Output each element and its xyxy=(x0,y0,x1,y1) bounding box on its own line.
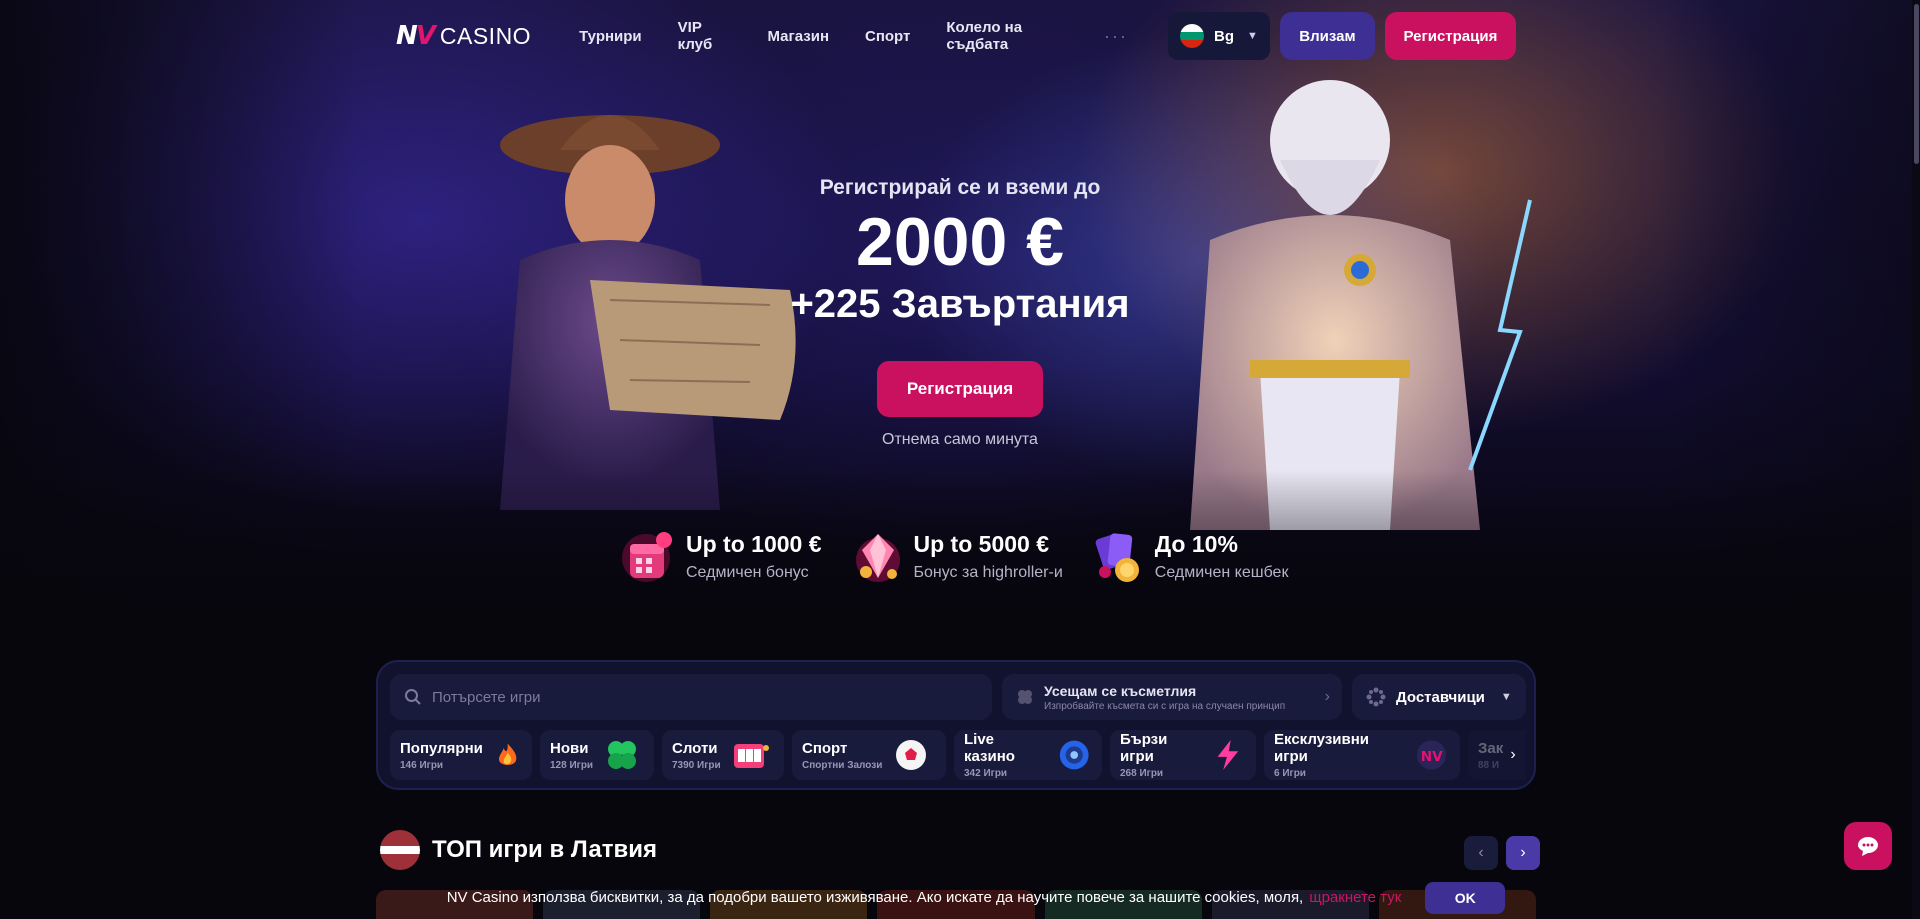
diamond-icon xyxy=(855,534,900,582)
language-code: Bg xyxy=(1214,27,1235,45)
providers-label: Доставчици xyxy=(1396,688,1485,706)
bonus-cashback[interactable]: До 10% Седмичен кешбек xyxy=(1091,526,1289,586)
hero-register-button[interactable]: Регистрация xyxy=(877,361,1043,417)
feeling-lucky-button[interactable]: Усещам се късметлия Изпробвайте късмета … xyxy=(1002,674,1342,720)
providers-icon xyxy=(1366,687,1386,707)
category-popular[interactable]: Популярни 146 Игри xyxy=(390,730,532,780)
category-count: 128 Игри xyxy=(550,759,594,771)
category-count: 268 Игри xyxy=(1120,768,1164,779)
search-input[interactable]: Потърсете игри xyxy=(432,689,541,706)
category-count: 88 И xyxy=(1478,759,1500,771)
category-slots[interactable]: Слоти 7390 Игри xyxy=(662,730,784,780)
category-name: Бързи игри xyxy=(1120,731,1168,765)
register-button[interactable]: Регистрация xyxy=(1384,12,1516,60)
chat-support-button[interactable] xyxy=(1844,822,1892,870)
clover-icon xyxy=(1018,690,1032,704)
search-games-field[interactable]: Потърсете игри xyxy=(390,674,992,720)
site-logo[interactable]: NV CASINO xyxy=(396,21,531,51)
category-live-casino[interactable]: Live казино 342 Игри xyxy=(954,730,1102,780)
language-selector[interactable]: Bg ▼ xyxy=(1168,12,1270,60)
bonus-highroller[interactable]: Up to 5000 € Бонус за highroller-и xyxy=(850,526,1063,586)
providers-dropdown[interactable]: Доставчици ▼ xyxy=(1352,674,1526,720)
category-name: Слоти xyxy=(672,739,718,757)
nav-item-sport[interactable]: Спорт xyxy=(865,28,910,45)
category-count: Спортни Залози xyxy=(802,759,883,771)
chat-bubble-icon xyxy=(1858,837,1878,856)
bonus-title: Up to 5000 € xyxy=(913,530,1050,557)
hero-subtitle: Регистрирай се и вземи до xyxy=(819,176,1101,199)
bonus-highlights: Up to 1000 € Седмичен бонус Up to 5000 €… xyxy=(620,526,1320,586)
carousel-arrows: ‹ › xyxy=(1464,836,1540,870)
category-name: Ексклузивни игри xyxy=(1274,731,1370,765)
cookie-ok-button[interactable]: OK xyxy=(1425,881,1506,914)
category-new[interactable]: Нови 128 Игри xyxy=(540,730,654,780)
category-name: Нови xyxy=(550,739,589,757)
section-title: ТОП игри в Латвия xyxy=(432,836,657,863)
soccer-ball-icon xyxy=(896,740,927,770)
logo-mark: NV xyxy=(396,21,436,51)
category-sport[interactable]: Спорт Спортни Залози xyxy=(792,730,946,780)
chevron-right-icon: › xyxy=(1324,688,1330,705)
nav-item-shop[interactable]: Магазин xyxy=(767,28,829,45)
more-menu-icon[interactable]: ··· xyxy=(1104,26,1128,47)
category-name: Зак xyxy=(1478,739,1504,757)
nv-logo-icon: NV xyxy=(1417,740,1447,770)
logo-text: CASINO xyxy=(439,22,532,49)
search-icon xyxy=(405,689,421,705)
carousel-next-button[interactable]: › xyxy=(1506,836,1540,870)
main-nav: Турнири VIP клуб Магазин Спорт Колело на… xyxy=(579,19,1128,53)
cookie-consent-bar: NV Casino използва бисквитки, за да подо… xyxy=(0,876,1920,919)
bulgaria-flag-icon xyxy=(1180,24,1205,48)
hero-spins: +225 Завъртания xyxy=(790,282,1130,326)
fire-icon xyxy=(498,743,517,765)
site-header: NV CASINO Турнири VIP клуб Магазин Спорт… xyxy=(396,12,1516,60)
game-categories: Популярни 146 Игри Нови 128 Игри Слоти 7… xyxy=(390,730,1526,780)
category-name: Спорт xyxy=(802,739,848,757)
poker-chip-icon xyxy=(1059,740,1089,770)
feeling-lucky-description: Изпробвайте късмета си с игра на случаен… xyxy=(1044,700,1286,712)
category-name: Live казино xyxy=(964,731,1015,765)
feeling-lucky-title: Усещам се късметлия xyxy=(1044,682,1197,699)
top-games-heading: ТОП игри в Латвия xyxy=(380,830,657,870)
category-count: 7390 Игри xyxy=(672,759,721,771)
hero-promo: Регистрирай се и вземи до 2000 € +225 За… xyxy=(760,176,1160,449)
page-scrollbar[interactable] xyxy=(1912,0,1920,919)
bonus-subtitle: Бонус за highroller-и xyxy=(913,563,1063,581)
category-exclusive[interactable]: Ексклузивни игри 6 Игри NV xyxy=(1264,730,1460,780)
zeus-character-illustration xyxy=(1190,80,1532,530)
bonus-weekly[interactable]: Up to 1000 € Седмичен бонус xyxy=(620,526,822,586)
latvia-flag-icon xyxy=(380,830,420,870)
carousel-prev-button[interactable]: ‹ xyxy=(1464,836,1498,870)
category-count: 146 Игри xyxy=(400,759,444,771)
category-count: 6 Игри xyxy=(1274,768,1306,779)
chevron-down-icon: ▼ xyxy=(1500,691,1512,703)
bonus-title: Up to 1000 € xyxy=(686,530,822,557)
nav-item-wheel-of-fortune[interactable]: Колело на съдбата xyxy=(946,19,1068,53)
cookie-more-link[interactable]: щракнете тук xyxy=(1309,889,1401,906)
bonus-subtitle: Седмичен кешбек xyxy=(1154,563,1289,581)
login-button[interactable]: Влизам xyxy=(1279,12,1375,60)
cashback-cards-icon xyxy=(1095,533,1139,582)
category-count: 342 Игри xyxy=(964,768,1008,779)
category-fast-games[interactable]: Бързи игри 268 Игри xyxy=(1110,730,1256,780)
hero-note: Отнема само минута xyxy=(882,431,1038,448)
chevron-right-icon[interactable]: › xyxy=(1502,738,1524,772)
chevron-down-icon: ▼ xyxy=(1247,30,1258,42)
lightning-icon xyxy=(1217,739,1239,771)
svg-text:NV: NV xyxy=(1421,749,1443,765)
nav-item-tournaments[interactable]: Турнири xyxy=(579,28,642,45)
calendar-gift-icon xyxy=(622,532,672,582)
cookie-message: NV Casino използва бисквитки, за да подо… xyxy=(446,889,1304,906)
bonus-subtitle: Седмичен бонус xyxy=(686,563,809,581)
bonus-title: До 10% xyxy=(1154,530,1238,557)
games-filter-panel: Потърсете игри Усещам се късметлия Изпро… xyxy=(376,660,1536,790)
nav-item-vip-club[interactable]: VIP клуб xyxy=(678,19,732,53)
hero-amount: 2000 € xyxy=(856,204,1064,280)
clover-icon xyxy=(608,741,637,769)
category-name: Популярни xyxy=(400,739,483,757)
slot-machine-icon xyxy=(733,744,769,768)
